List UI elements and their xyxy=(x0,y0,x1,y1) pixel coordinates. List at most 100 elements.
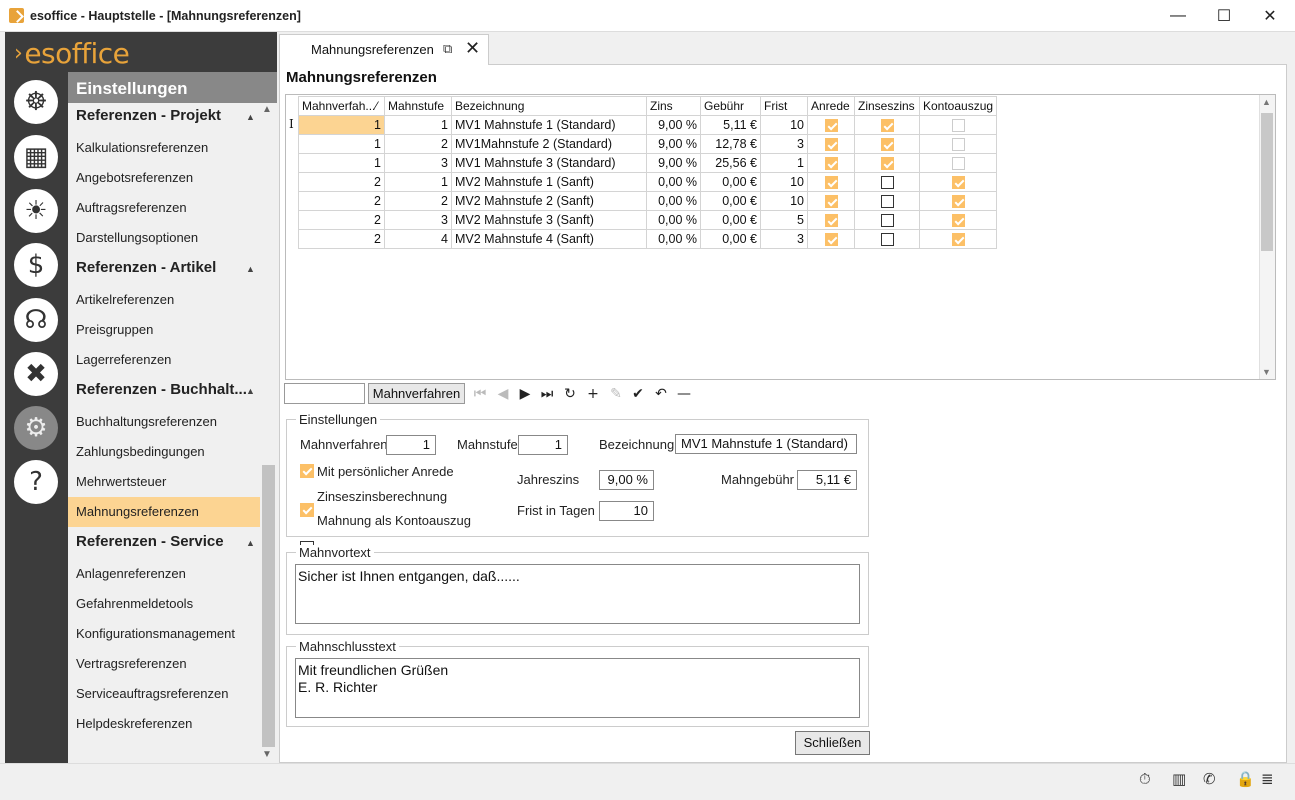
gears-icon[interactable]: ⚙ xyxy=(14,406,58,450)
grid-scrollbar-thumb[interactable] xyxy=(1261,113,1273,251)
anrede-checkbox[interactable] xyxy=(824,119,838,133)
col-kontoauszug[interactable]: Kontoauszug xyxy=(918,96,998,116)
anrede-checkbox[interactable] xyxy=(824,195,838,209)
popout-icon[interactable]: ⧉ xyxy=(443,41,452,57)
anrede-checkbox[interactable] xyxy=(824,138,838,152)
mahnschlusstext-textarea[interactable]: Mit freundlichen Grüßen E. R. Richter xyxy=(295,658,860,718)
cell-zinseszins[interactable] xyxy=(854,210,920,230)
cell-frist[interactable]: 3 xyxy=(760,134,808,154)
cell-zins[interactable]: 0,00 % xyxy=(646,172,701,192)
table-row[interactable]: 2 2 MV2 Mahnstufe 2 (Sanft) 0,00 % 0,00 €10 xyxy=(298,191,998,211)
zinseszins-checkbox[interactable] xyxy=(880,157,894,171)
undo-icon[interactable]: ↶ xyxy=(651,384,671,404)
sidebar-item-auftragsreferenzen[interactable]: Auftragsreferenzen xyxy=(68,193,260,223)
cell-gebuehr[interactable]: 0,00 € xyxy=(700,229,761,249)
help-icon[interactable]: ? xyxy=(14,460,58,504)
cell-frist[interactable]: 1 xyxy=(760,153,808,173)
konto-checkbox[interactable] xyxy=(951,119,965,133)
col-frist[interactable]: Frist xyxy=(760,96,808,116)
col-mahnstufe[interactable]: Mahnstufe xyxy=(384,96,452,116)
cell-stufe[interactable]: 2 xyxy=(384,191,452,211)
cell-frist[interactable]: 5 xyxy=(760,210,808,230)
nav-group-title[interactable]: Referenzen - Projekt xyxy=(76,107,221,124)
col-bezeichnung[interactable]: Bezeichnung xyxy=(451,96,647,116)
cell-konto[interactable] xyxy=(918,134,998,154)
database-icon[interactable]: ≣ xyxy=(1261,770,1274,788)
cell-zins[interactable]: 0,00 % xyxy=(646,191,701,211)
nav-scrollbar-thumb[interactable] xyxy=(262,465,275,747)
cell-konto[interactable] xyxy=(918,172,998,192)
table-row[interactable]: 1 2 MV1Mahnstufe 2 (Standard) 9,00 % 12,78 €… xyxy=(298,134,998,154)
sidebar-item-gefahrenmeldetools[interactable]: Gefahrenmeldetools xyxy=(68,589,260,619)
col-gebuehr[interactable]: Gebühr xyxy=(700,96,761,116)
col-mahnverfahren[interactable]: Mahnverfah...⁄ xyxy=(298,96,385,116)
sidebar-item-angebotsreferenzen[interactable]: Angebotsreferenzen xyxy=(68,163,260,193)
close-button[interactable]: Schließen xyxy=(795,731,870,755)
cell-stufe[interactable]: 1 xyxy=(384,115,452,135)
anrede-checkbox[interactable] xyxy=(824,157,838,171)
cell-stufe[interactable]: 4 xyxy=(384,229,452,249)
cell-konto[interactable] xyxy=(918,153,998,173)
konto-checkbox[interactable] xyxy=(951,214,965,228)
cell-bez[interactable]: MV2 Mahnstufe 1 (Sanft) xyxy=(451,172,647,192)
calculator-icon[interactable]: ▦ xyxy=(14,135,58,179)
collapse-caret-icon[interactable]: ▲ xyxy=(246,538,255,548)
cell-konto[interactable] xyxy=(918,191,998,211)
cell-gebuehr[interactable]: 25,56 € xyxy=(700,153,761,173)
cell-verfahren[interactable]: 2 xyxy=(298,191,385,211)
sidebar-item-konfigurationsmanagement[interactable]: Konfigurationsmanagement xyxy=(68,619,260,649)
money-icon[interactable]: $ xyxy=(14,243,58,287)
sidebar-item-serviceauftragsreferenzen[interactable]: Serviceauftragsreferenzen xyxy=(68,679,260,709)
cell-verfahren[interactable]: 1 xyxy=(298,115,385,135)
mahnverfahren-field[interactable]: 1 xyxy=(386,435,436,455)
scroll-down-icon[interactable]: ▼ xyxy=(262,749,272,760)
cell-bez[interactable]: MV2 Mahnstufe 3 (Sanft) xyxy=(451,210,647,230)
tab-close-icon[interactable]: ✕ xyxy=(465,38,480,59)
collapse-caret-icon[interactable]: ▲ xyxy=(246,386,255,396)
zinseszins-checkbox[interactable] xyxy=(880,176,894,190)
zinseszins-checkbox[interactable] xyxy=(880,138,894,152)
konto-checkbox[interactable] xyxy=(951,176,965,190)
sidebar-item-buchhaltungsreferenzen[interactable]: Buchhaltungsreferenzen xyxy=(68,407,260,437)
table-row[interactable]: 1 3 MV1 Mahnstufe 3 (Standard) 9,00 % 25,56 … xyxy=(298,153,998,173)
filter-input[interactable] xyxy=(284,383,365,404)
cell-stufe[interactable]: 2 xyxy=(384,134,452,154)
cell-frist[interactable]: 10 xyxy=(760,172,808,192)
phone-icon[interactable]: ✆ xyxy=(1203,770,1216,788)
sidebar-item-mahnungsreferenzen[interactable]: Mahnungsreferenzen xyxy=(68,497,260,527)
edit-icon[interactable]: ✎ xyxy=(606,384,626,404)
scroll-down-icon[interactable]: ▼ xyxy=(1262,367,1271,377)
cell-verfahren[interactable]: 2 xyxy=(298,210,385,230)
lock-icon[interactable]: 🔒 xyxy=(1236,770,1255,788)
delete-icon[interactable]: — xyxy=(674,384,694,404)
sidebar-item-darstellungsoptionen[interactable]: Darstellungsoptionen xyxy=(68,223,260,253)
cell-anrede[interactable] xyxy=(807,115,855,135)
maximize-button[interactable]: ☐ xyxy=(1201,0,1247,32)
cell-frist[interactable]: 3 xyxy=(760,229,808,249)
zinseszins-checkbox[interactable] xyxy=(880,214,894,228)
mahnstufe-field[interactable]: 1 xyxy=(518,435,568,455)
sidebar-item-anlagenreferenzen[interactable]: Anlagenreferenzen xyxy=(68,559,260,589)
anrede-checkbox[interactable] xyxy=(300,464,314,478)
cell-stufe[interactable]: 1 xyxy=(384,172,452,192)
mahngebuehr-field[interactable]: 5,11 € xyxy=(797,470,857,490)
cell-konto[interactable] xyxy=(918,210,998,230)
filter-mahnverfahren-button[interactable]: Mahnverfahren xyxy=(368,383,465,404)
konto-checkbox[interactable] xyxy=(951,157,965,171)
prev-record-icon[interactable]: ◀ xyxy=(493,384,513,404)
collapse-caret-icon[interactable]: ▲ xyxy=(246,112,255,122)
refresh-icon[interactable]: ↻ xyxy=(560,384,580,404)
cell-verfahren[interactable]: 1 xyxy=(298,153,385,173)
building-icon[interactable]: ▥ xyxy=(1172,770,1186,788)
cell-anrede[interactable] xyxy=(807,191,855,211)
scroll-up-icon[interactable]: ▲ xyxy=(262,104,272,115)
next-record-icon[interactable]: ▶ xyxy=(515,384,535,404)
col-anrede[interactable]: Anrede xyxy=(807,96,855,116)
cell-zins[interactable]: 9,00 % xyxy=(646,153,701,173)
table-row[interactable]: 1 1 MV1 Mahnstufe 1 (Standard) 9,00 % 5,11 €… xyxy=(298,115,998,135)
cell-bez[interactable]: MV1Mahnstufe 2 (Standard) xyxy=(451,134,647,154)
cell-anrede[interactable] xyxy=(807,153,855,173)
cell-zinseszins[interactable] xyxy=(854,191,920,211)
zinseszins-checkbox[interactable] xyxy=(880,119,894,133)
bezeichnung-field[interactable]: MV1 Mahnstufe 1 (Standard) xyxy=(675,434,857,454)
